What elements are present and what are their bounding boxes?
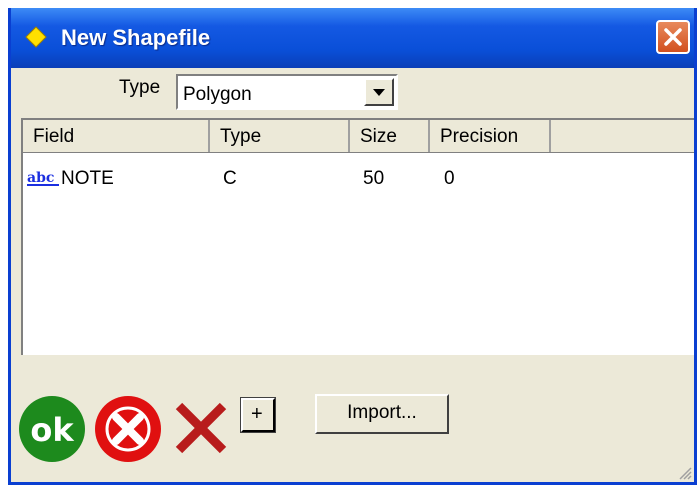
title-bar[interactable]: New Shapefile <box>11 8 694 68</box>
cell-size[interactable]: 50 <box>363 168 384 190</box>
import-button[interactable]: Import... <box>315 394 449 434</box>
svg-text:abc: abc <box>27 170 54 186</box>
close-icon <box>664 28 682 46</box>
cell-type[interactable]: C <box>223 168 237 190</box>
cancel-icon[interactable] <box>93 394 163 464</box>
type-dropdown-button[interactable] <box>364 78 394 106</box>
type-label: Type <box>119 77 161 98</box>
ok-icon[interactable]: ok <box>17 394 87 464</box>
column-header-precision[interactable]: Precision <box>430 120 551 152</box>
table-header: Field Type Size Precision <box>23 120 694 153</box>
cell-field[interactable]: NOTE <box>61 168 114 190</box>
new-shapefile-dialog: New Shapefile Type Polygon Field Type Si… <box>8 8 697 485</box>
cell-precision[interactable]: 0 <box>444 168 455 190</box>
add-field-button[interactable]: + <box>240 397 276 433</box>
fields-table: Field Type Size Precision abc NOTE C 50 … <box>21 118 694 355</box>
resize-grip-icon[interactable] <box>678 466 692 480</box>
window-title: New Shapefile <box>61 25 211 50</box>
svg-text:ok: ok <box>30 411 74 449</box>
delete-x-icon[interactable] <box>171 398 231 458</box>
close-button[interactable] <box>656 20 690 54</box>
column-header-type[interactable]: Type <box>210 120 350 152</box>
column-header-size[interactable]: Size <box>350 120 430 152</box>
yellow-diamond-icon <box>25 26 47 48</box>
abc-text-field-icon: abc <box>27 170 59 186</box>
plus-icon: + <box>251 403 263 425</box>
column-header-field[interactable]: Field <box>23 120 210 152</box>
chevron-down-icon <box>373 89 385 96</box>
type-dropdown-value: Polygon <box>183 84 252 105</box>
type-dropdown[interactable]: Polygon <box>176 74 398 110</box>
